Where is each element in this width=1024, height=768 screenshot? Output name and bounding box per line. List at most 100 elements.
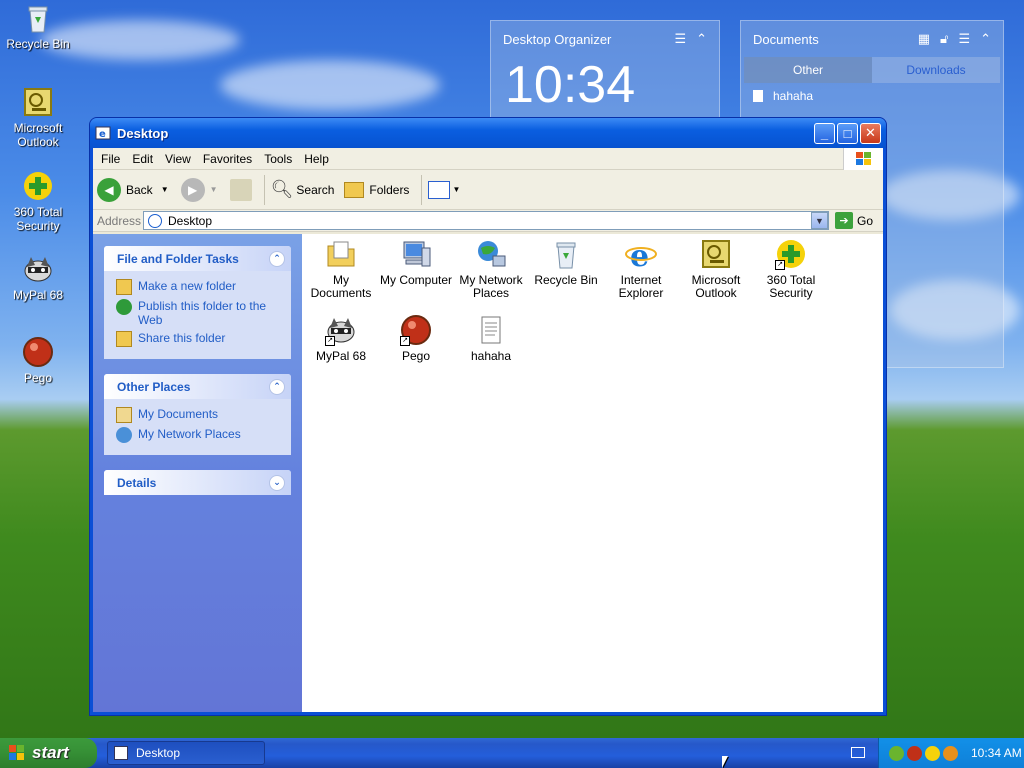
task-label: Make a new folder xyxy=(138,279,237,293)
task-label: Share this folder xyxy=(138,331,226,345)
address-input[interactable]: Desktop ▼ xyxy=(143,211,829,230)
place-network-places[interactable]: My Network Places xyxy=(116,427,281,443)
menu-help[interactable]: Help xyxy=(304,152,329,166)
document-item[interactable]: hahaha xyxy=(741,83,1003,109)
chevron-down-icon[interactable]: ▼ xyxy=(161,185,169,194)
task-make-new-folder[interactable]: Make a new folder xyxy=(116,279,281,295)
place-my-documents[interactable]: My Documents xyxy=(116,407,281,423)
tray-clock[interactable]: 10:34 AM xyxy=(971,746,1022,760)
panel-header[interactable]: File and Folder Tasks ⌃ xyxy=(104,246,291,271)
address-dropdown-button[interactable]: ▼ xyxy=(810,212,828,229)
desktop-icon-360[interactable]: 360 Total Security xyxy=(0,170,76,233)
file-pego[interactable]: ↗ Pego xyxy=(377,314,455,363)
search-tray-icon[interactable] xyxy=(943,745,958,761)
ie-icon xyxy=(148,213,162,228)
back-label: Back xyxy=(126,182,153,197)
chevron-down-icon[interactable]: ▼ xyxy=(210,185,218,194)
share-folder-icon xyxy=(116,331,132,347)
windows-flag-icon xyxy=(8,744,26,762)
keyboard-icon[interactable] xyxy=(851,747,865,758)
address-label: Address xyxy=(97,213,142,228)
lock-icon[interactable]: 🔓︎ xyxy=(940,31,948,47)
file-my-network-places[interactable]: My Network Places xyxy=(452,238,530,300)
folders-button[interactable]: Folders xyxy=(340,181,409,198)
tab-downloads[interactable]: Downloads xyxy=(872,57,1000,83)
panel-title: Details xyxy=(117,475,157,490)
desktop-icon-recycle-bin[interactable]: Recycle Bin xyxy=(0,2,76,51)
start-button[interactable]: start xyxy=(0,738,97,768)
desktop-icon-pego[interactable]: Pego xyxy=(0,336,76,385)
menu-edit[interactable]: Edit xyxy=(132,152,153,166)
shortcut-arrow-icon: ↗ xyxy=(325,336,335,346)
gadget-title: Desktop Organizer xyxy=(503,31,612,47)
network-icon xyxy=(116,427,132,443)
file-hahaha[interactable]: hahaha xyxy=(452,314,530,363)
recycle-bin-icon xyxy=(22,2,54,34)
panel-header[interactable]: Other Places ⌃ xyxy=(104,374,291,399)
desktop-icon-label: Recycle Bin xyxy=(6,37,70,51)
details-panel: Details ⌄ xyxy=(104,470,291,495)
start-label: start xyxy=(32,743,69,762)
collapse-icon[interactable]: ⌃ xyxy=(269,378,285,395)
up-button[interactable] xyxy=(224,178,252,201)
menu-favorites[interactable]: Favorites xyxy=(203,152,252,166)
desktop-icon-mypal[interactable]: MyPal 68 xyxy=(0,253,76,302)
gadget-clock-time: 10:34 xyxy=(505,56,636,114)
title-bar[interactable]: e Desktop _ □ ✕ xyxy=(90,118,886,148)
menu-icon[interactable]: ☰ xyxy=(674,31,686,47)
chevron-up-icon[interactable]: ⌃ xyxy=(980,31,991,47)
up-folder-icon xyxy=(229,178,252,201)
search-button[interactable]: 🔍︎ Search xyxy=(271,179,335,200)
file-360-total-security[interactable]: ↗ 360 Total Security xyxy=(752,238,830,300)
globe-icon xyxy=(116,299,132,315)
menu-tools[interactable]: Tools xyxy=(264,152,292,166)
views-button[interactable]: ▼ xyxy=(428,180,460,199)
file-internet-explorer[interactable]: e Internet Explorer xyxy=(602,238,680,300)
document-icon xyxy=(753,90,763,102)
collapse-icon[interactable]: ⌃ xyxy=(269,250,285,267)
grid-icon[interactable]: ▦ xyxy=(918,31,930,47)
forward-button[interactable]: ▶ ▼ xyxy=(175,177,218,202)
panel-title: Other Places xyxy=(117,379,191,394)
new-folder-icon xyxy=(116,279,132,295)
minimize-button[interactable]: _ xyxy=(814,122,835,144)
address-value: Desktop xyxy=(168,213,213,228)
toolbar-separator xyxy=(421,174,423,205)
toolbar: ◀ Back ▼ ▶ ▼ 🔍︎ Search Folders ▼ xyxy=(93,170,883,210)
pego-tray-icon[interactable] xyxy=(907,745,922,761)
file-microsoft-outlook[interactable]: Microsoft Outlook xyxy=(677,238,755,300)
file-mypal-68[interactable]: ↗ MyPal 68 xyxy=(302,314,380,363)
network-tray-icon[interactable] xyxy=(889,745,904,761)
back-button[interactable]: ◀ Back ▼ xyxy=(97,177,169,202)
file-my-computer[interactable]: My Computer xyxy=(377,238,455,287)
file-my-documents[interactable]: My Documents xyxy=(302,238,380,300)
raccoon-icon: ↗ xyxy=(325,314,357,346)
desktop-icon-label: 360 Total Security xyxy=(13,205,63,233)
360-tray-icon[interactable] xyxy=(925,745,940,761)
task-share-folder[interactable]: Share this folder xyxy=(116,331,281,347)
chevron-up-icon[interactable]: ⌃ xyxy=(696,31,707,47)
menu-file[interactable]: File xyxy=(101,152,120,166)
desktop-icon-outlook[interactable]: Microsoft Outlook xyxy=(0,86,76,149)
taskbar-item-desktop[interactable]: Desktop xyxy=(107,741,265,765)
text-document-icon xyxy=(475,314,507,346)
go-button[interactable]: ➔ Go xyxy=(834,212,873,229)
tab-other[interactable]: Other xyxy=(744,57,872,83)
file-label: My Network Places xyxy=(459,273,523,300)
search-icon: 🔍︎ xyxy=(270,179,294,199)
close-button[interactable]: ✕ xyxy=(860,122,881,144)
explorer-window: e Desktop _ □ ✕ File Edit View Favorites… xyxy=(89,117,887,716)
shortcut-arrow-icon: ↗ xyxy=(400,336,410,346)
toolbar-separator xyxy=(263,174,265,205)
raccoon-icon xyxy=(22,253,54,285)
panel-header[interactable]: Details ⌄ xyxy=(104,470,291,495)
task-publish-web[interactable]: Publish this folder to the Web xyxy=(116,299,281,327)
pego-icon xyxy=(22,336,54,368)
maximize-button[interactable]: □ xyxy=(837,122,858,144)
ie-folder-icon xyxy=(114,746,128,760)
expand-icon[interactable]: ⌄ xyxy=(269,474,285,491)
menu-icon[interactable]: ☰ xyxy=(958,31,970,47)
panel-title: File and Folder Tasks xyxy=(117,251,239,266)
file-recycle-bin[interactable]: Recycle Bin xyxy=(527,238,605,287)
menu-view[interactable]: View xyxy=(165,152,191,166)
